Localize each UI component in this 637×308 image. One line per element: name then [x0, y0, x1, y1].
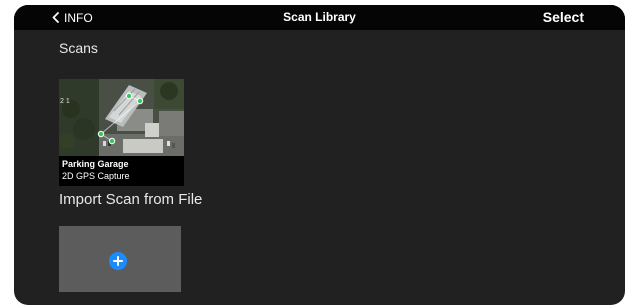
import-scan-button[interactable] [59, 226, 181, 292]
scan-type: 2D GPS Capture [62, 171, 130, 181]
page-title: Scan Library [283, 10, 356, 24]
thumbnail-corner-text: 2 1 [60, 98, 70, 105]
gps-marker-icon [125, 92, 133, 100]
gps-marker-icon [108, 137, 116, 145]
select-button[interactable]: Select [543, 5, 584, 30]
gps-marker-icon [97, 130, 105, 138]
plus-circle-icon [109, 252, 127, 270]
gps-marker-icon [136, 97, 144, 105]
scans-heading: Scans [59, 40, 98, 56]
import-heading: Import Scan from File [59, 191, 203, 208]
back-label: INFO [64, 10, 93, 25]
scan-card[interactable]: 2 1 Parking Garage 2D GPS Capture [59, 79, 184, 186]
chevron-left-icon [52, 12, 59, 23]
scan-thumbnail: 2 1 [59, 79, 184, 156]
app-screen: INFO Scan Library Select Scans 2 1 Parki… [14, 5, 625, 305]
navigation-bar: INFO Scan Library Select [14, 5, 625, 30]
back-button[interactable]: INFO [52, 5, 93, 30]
scan-name: Parking Garage [62, 159, 129, 169]
